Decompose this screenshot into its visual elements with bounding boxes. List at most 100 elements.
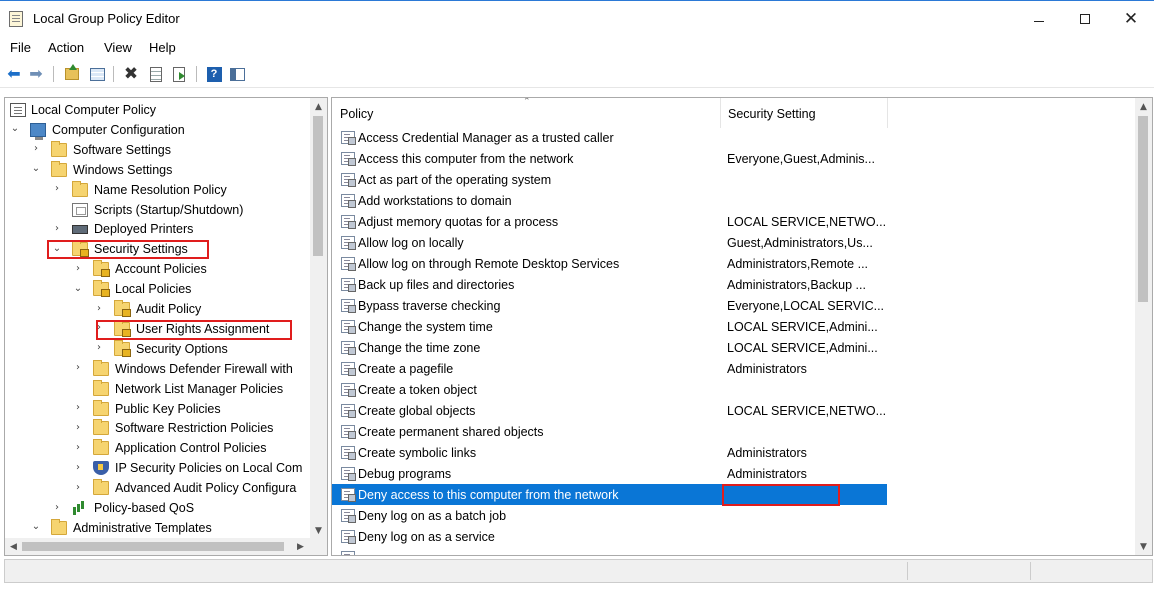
policy-row[interactable]: Create a token object [332,379,887,400]
chevron-right-icon[interactable]: › [72,360,84,376]
folder-icon [93,359,109,376]
chevron-down-icon[interactable]: ⌄ [72,280,84,296]
policy-row[interactable]: Add workstations to domain [332,190,887,211]
tree-item[interactable]: › Account Policies [5,259,311,279]
tree-horizontal-scrollbar[interactable]: ◀ ▶ [5,538,327,555]
tree-item[interactable]: › Windows Defender Firewall with [5,359,311,379]
show-hide-tree-icon [89,67,105,81]
policy-icon [341,257,356,271]
policy-row[interactable]: Allow log on through Remote Desktop Serv… [332,253,887,274]
policy-row[interactable]: Debug programs Administrators [332,463,887,484]
column-divider[interactable] [887,98,888,128]
folder-icon [51,140,67,157]
show-hide-tree-button[interactable] [88,65,106,83]
close-button[interactable]: ✕ [1108,1,1154,37]
chevron-right-icon[interactable]: › [72,459,84,475]
console-tree[interactable]: Local Computer Policy ⌄ Computer Configura… [4,97,328,556]
tree-item[interactable]: › Application Control Policies [5,438,311,458]
policy-row[interactable]: Access Credential Manager as a trusted c… [332,127,887,148]
list-vertical-scrollbar[interactable]: ▲ ▼ [1135,98,1152,555]
chevron-right-icon[interactable]: › [72,479,84,495]
menu-action[interactable]: Action [48,40,84,55]
scroll-right-icon[interactable]: ▶ [292,538,309,555]
tree-item[interactable]: ⌄ Administrative Templates [5,518,311,538]
chevron-right-icon[interactable]: › [30,141,42,157]
policy-row[interactable]: Deny log on as a batch job [332,505,887,526]
menu-view[interactable]: View [104,40,132,55]
chevron-down-icon[interactable]: ⌄ [30,519,42,535]
scroll-up-icon[interactable]: ▲ [1135,98,1152,115]
policy-row[interactable] [332,547,887,555]
chevron-down-icon[interactable]: ⌄ [9,121,21,137]
security-setting-value: Administrators,Remote ... [727,257,869,271]
scroll-down-icon[interactable]: ▼ [1135,538,1152,555]
chevron-right-icon[interactable]: › [72,419,84,435]
column-header-policy[interactable]: Policy ⌃ [332,98,720,128]
policy-name: Deny log on as a batch job [358,509,507,523]
chevron-right-icon[interactable]: › [72,400,84,416]
scroll-up-icon[interactable]: ▲ [310,98,327,115]
minimize-button[interactable] [1016,1,1062,37]
maximize-button[interactable] [1062,1,1108,37]
policy-row[interactable]: Create global objects LOCAL SERVICE,NETWO… [332,400,887,421]
tree-item[interactable]: Network List Manager Policies [5,379,311,399]
policy-row[interactable]: Change the time zone LOCAL SERVICE,Admini… [332,337,887,358]
delete-button[interactable]: ✖ [122,64,140,84]
tree-item[interactable]: › Software Restriction Policies [5,418,311,438]
tree-scroll-thumb[interactable] [313,116,323,256]
tree-vertical-scrollbar[interactable]: ▲ ▼ [310,98,327,539]
tree-item[interactable]: Local Computer Policy [5,100,311,120]
help-button[interactable]: ? [205,65,223,83]
scroll-down-icon[interactable]: ▼ [310,522,327,539]
tree-item-label: Advanced Audit Policy Configura [115,481,297,496]
chevron-down-icon[interactable]: ⌄ [30,161,42,177]
tree-item[interactable]: › Deployed Printers [5,219,311,239]
up-one-level-button[interactable] [63,64,81,83]
chevron-right-icon[interactable]: › [51,499,63,515]
policy-row[interactable]: Create a pagefile Administrators [332,358,887,379]
tree-item[interactable]: › Audit Policy [5,299,311,319]
chevron-right-icon[interactable]: › [51,181,63,197]
chevron-right-icon[interactable]: › [72,260,84,276]
properties-button[interactable] [147,65,165,83]
policy-list-pane: Policy ⌃ Security Setting Access Credent… [331,97,1153,556]
tree-item[interactable]: › Advanced Audit Policy Configura [5,478,311,498]
policy-row[interactable]: Access this computer from the network Eve… [332,148,887,169]
column-header-security-setting[interactable]: Security Setting [720,98,887,128]
tree-hscroll-thumb[interactable] [22,542,284,551]
back-button[interactable]: ⬅ [5,65,23,83]
list-scroll-thumb[interactable] [1138,116,1148,302]
menu-file[interactable]: File [10,40,31,55]
security-setting-value: LOCAL SERVICE,Admini... [727,320,878,334]
forward-button[interactable]: ➡ [27,65,45,83]
policy-row[interactable]: Adjust memory quotas for a process LOCAL … [332,211,887,232]
policy-icon [341,446,356,460]
tree-item[interactable]: › IP Security Policies on Local Com [5,458,311,478]
policy-row[interactable]: Change the system time LOCAL SERVICE,Admi… [332,316,887,337]
chevron-right-icon[interactable]: › [93,300,105,316]
tree-item[interactable]: › Public Key Policies [5,399,311,419]
policy-row[interactable]: Back up files and directories Administrat… [332,274,887,295]
export-list-button[interactable] [170,65,188,83]
tree-item[interactable]: › Software Settings [5,140,311,160]
security-setting-value: LOCAL SERVICE,NETWO... [727,215,887,229]
tree-item[interactable]: › Policy-based QoS [5,498,311,518]
tree-item[interactable]: › Name Resolution Policy [5,180,311,200]
policy-row[interactable]: Deny log on as a service [332,526,887,547]
chevron-right-icon[interactable]: › [72,439,84,455]
tree-item[interactable]: › Security Options [5,339,311,359]
policy-row[interactable]: Act as part of the operating system [332,169,887,190]
chevron-right-icon[interactable]: › [93,340,105,356]
menu-help[interactable]: Help [149,40,176,55]
tree-item[interactable]: ⌄ Windows Settings [5,160,311,180]
policy-row[interactable]: Bypass traverse checking Everyone,LOCAL S… [332,295,887,316]
tree-item[interactable]: Scripts (Startup/Shutdown) [5,200,311,220]
tree-item[interactable]: ⌄ Computer Configuration [5,120,311,140]
scroll-left-icon[interactable]: ◀ [5,538,22,555]
policy-row[interactable]: Create symbolic links Administrators [332,442,887,463]
tree-item[interactable]: ⌄ Local Policies [5,279,311,299]
policy-row[interactable]: Create permanent shared objects [332,421,887,442]
chevron-right-icon[interactable]: › [51,220,63,236]
policy-row[interactable]: Allow log on locally Guest,Administrators… [332,232,887,253]
view-button[interactable] [228,65,246,83]
